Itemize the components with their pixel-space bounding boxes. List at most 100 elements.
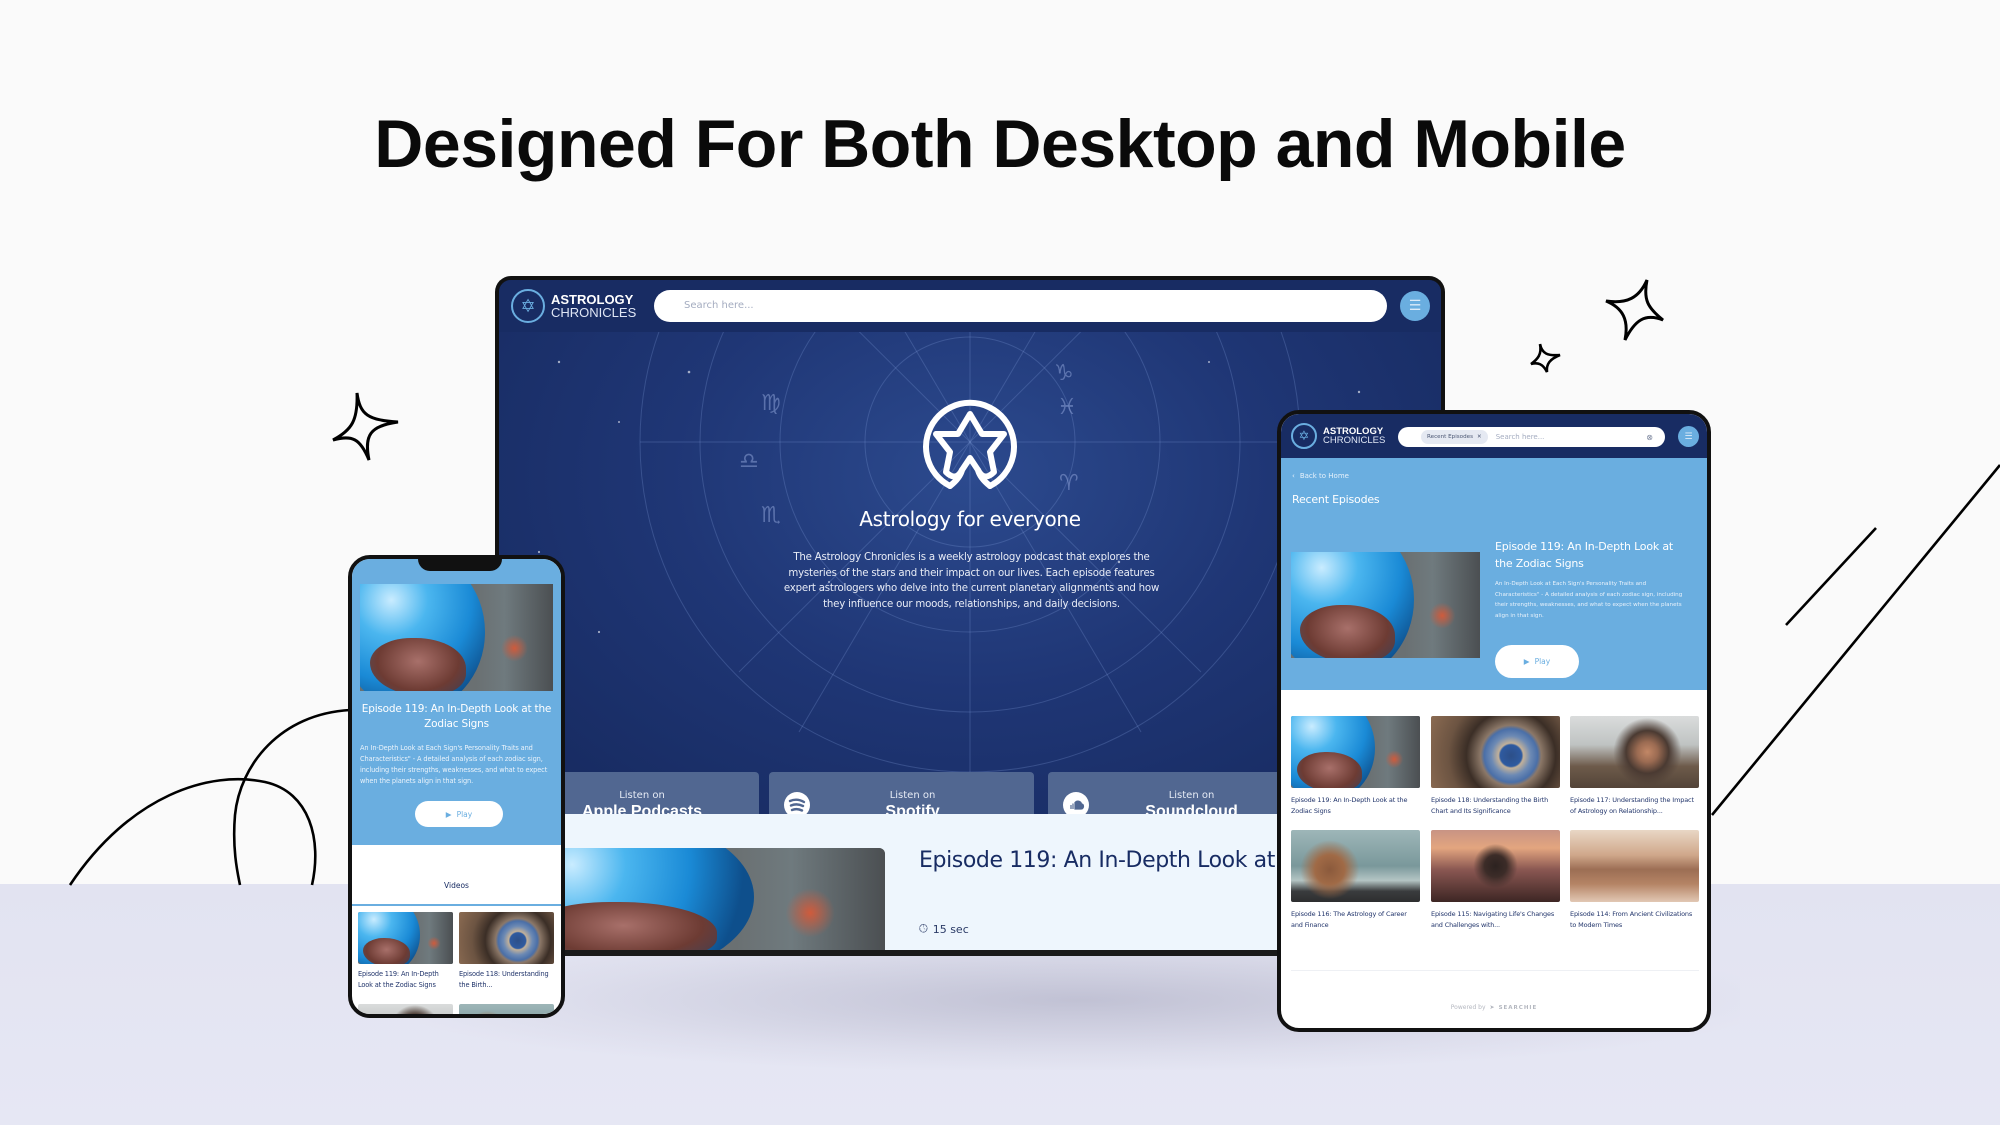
mobile-episode-hero: Episode 119: An In-Depth Look at the Zod… — [352, 559, 561, 845]
episode-thumbnail — [1291, 716, 1420, 788]
site-header: ✡ ASTROLOGY CHRONICLES Search here... ☰ — [499, 280, 1441, 332]
play-icon: ▶ — [1523, 657, 1530, 666]
svg-text:♑: ♑ — [1054, 361, 1074, 386]
episode-title: Episode 119: An In-Depth Look at the Zod… — [1495, 540, 1673, 570]
episode-card[interactable]: Episode 115: Navigating Life's Changes a… — [1431, 830, 1560, 930]
searchie-logo-icon: ➤ — [1489, 1004, 1495, 1011]
episode-card[interactable]: Episode 118: Understanding the Birth... — [459, 912, 554, 990]
listen-soundcloud-button[interactable]: Listen on Soundcloud — [1048, 772, 1313, 814]
episode-thumbnail — [1431, 830, 1560, 902]
episode-caption: Episode 114: From Ancient Civilizations … — [1570, 910, 1693, 929]
section-title: Recent Episodes — [1292, 493, 1380, 506]
svg-text:♎: ♎ — [739, 449, 759, 474]
episode-caption: Episode 118: Understanding the Birth... — [459, 970, 549, 989]
footer-divider — [1291, 970, 1699, 971]
episode-caption: Episode 119: An In-Depth Look at the Zod… — [1291, 796, 1408, 815]
episode-thumbnail — [459, 912, 554, 964]
episode-caption: Episode 116: The Astrology of Career and… — [1291, 910, 1407, 929]
episode-thumbnail — [358, 912, 453, 964]
episode-card[interactable]: Episode 118: Understanding the Birth Cha… — [1431, 716, 1560, 816]
close-icon[interactable]: ✕ — [1477, 434, 1482, 440]
listen-spotify-button[interactable]: Listen on Spotify — [769, 772, 1034, 814]
filter-chip[interactable]: Recent Episodes ✕ — [1421, 430, 1488, 444]
brand-name-line2: CHRONICLES — [551, 305, 637, 320]
episode-title: Episode 119: An In-Depth Look at the Zod… — [361, 703, 552, 730]
play-label: Play — [1534, 657, 1551, 666]
episode-thumbnail — [1291, 830, 1420, 902]
brand-logo[interactable]: ✡ ASTROLOGY CHRONICLES — [1291, 423, 1385, 449]
menu-button[interactable]: ☰ — [1678, 426, 1699, 447]
astrology-star-logo-icon: ✡ — [511, 289, 545, 323]
episode-card[interactable]: Episode 117: Understanding the Impact of… — [1570, 716, 1699, 816]
mobile-mockup: Episode 119: An In-Depth Look at the Zod… — [348, 555, 565, 1018]
play-button[interactable]: ▶ Play — [1495, 645, 1579, 678]
sparkle-icon — [1530, 343, 1561, 373]
episode-duration: 🕓︎ 15 sec — [919, 922, 969, 936]
episode-thumbnail — [459, 1004, 554, 1014]
play-icon: ▶ — [445, 809, 452, 819]
episode-caption: Episode 117: Understanding the Impact of… — [1570, 796, 1694, 815]
menu-button[interactable]: ☰ — [1400, 291, 1430, 321]
platform-name: Spotify — [885, 802, 940, 815]
episode-thumbnail[interactable] — [360, 584, 553, 691]
powered-by-brand: SEARCHIE — [1498, 1004, 1538, 1011]
soundcloud-icon — [1062, 791, 1090, 814]
astrology-star-logo-icon: ✡ — [1291, 423, 1317, 449]
recent-episodes-hero: ‹ Back to Home Recent Episodes Episode 1… — [1281, 458, 1707, 690]
tab-videos[interactable]: Videos — [444, 872, 469, 900]
episode-description: An In-Depth Look at Each Sign's Personal… — [1495, 581, 1683, 619]
episode-thumbnail — [1570, 716, 1699, 788]
episode-card[interactable]: Episode 116: The Astrology of Career and… — [1291, 830, 1420, 930]
episode-thumbnail — [1431, 716, 1560, 788]
play-label: Play — [456, 809, 473, 819]
platform-name: Apple Podcasts — [581, 802, 703, 815]
episode-thumbnail[interactable] — [1291, 552, 1480, 658]
episode-description: An In-Depth Look at Each Sign's Personal… — [360, 744, 548, 785]
svg-text:♓: ♓ — [1057, 395, 1077, 420]
episode-card[interactable]: Episode 114: From Ancient Civilizations … — [1570, 830, 1699, 930]
platform-name: Soundcloud — [1145, 802, 1238, 815]
svg-text:♈: ♈ — [1059, 471, 1079, 496]
episode-card[interactable] — [459, 1004, 554, 1014]
episode-card[interactable]: Episode 119: An In-Depth Look at the Zod… — [1291, 716, 1420, 816]
sparkle-icon — [332, 392, 399, 461]
episode-caption: Episode 119: An In-Depth Look at the Zod… — [358, 970, 439, 989]
decorative-lines — [1710, 464, 2000, 816]
hero-description: The Astrology Chronicles is a weekly ast… — [783, 552, 1160, 610]
duration-text: 15 sec — [932, 922, 969, 936]
powered-by-footer[interactable]: Powered by ➤ SEARCHIE — [1281, 1004, 1707, 1011]
decorative-arcs — [68, 708, 351, 886]
astrology-star-logo-icon — [923, 399, 1017, 489]
brand-name-line2: CHRONICLES — [1323, 435, 1386, 446]
episode-card[interactable] — [358, 1004, 453, 1014]
svg-text:♒: ♒ — [925, 332, 945, 336]
back-to-home-link[interactable]: ‹ Back to Home — [1292, 472, 1349, 480]
site-header: ✡ ASTROLOGY CHRONICLES Recent Episodes ✕… — [1281, 414, 1707, 458]
powered-by-label: Powered by — [1450, 1004, 1486, 1011]
listen-prefix: Listen on — [619, 789, 665, 801]
phone-notch — [418, 559, 502, 571]
clear-search-icon[interactable]: ⊗ — [1646, 433, 1653, 442]
listen-prefix: Listen on — [1168, 789, 1215, 801]
search-input[interactable]: Recent Episodes ✕ Search here... ⊗ — [1398, 427, 1665, 447]
episode-caption: Episode 118: Understanding the Birth Cha… — [1431, 796, 1549, 815]
page-headline: Designed For Both Desktop and Mobile — [374, 106, 1626, 182]
search-placeholder: Search here... — [1495, 433, 1545, 441]
search-input[interactable]: Search here... — [654, 290, 1387, 322]
chevron-left-icon: ‹ — [1292, 472, 1295, 480]
play-button[interactable]: ▶ Play — [415, 801, 503, 827]
filter-chip-label: Recent Episodes — [1427, 434, 1473, 440]
tablet-mockup: ✡ ASTROLOGY CHRONICLES Recent Episodes ✕… — [1277, 410, 1711, 1032]
spotify-icon — [783, 791, 811, 814]
episode-thumbnail[interactable] — [511, 848, 885, 952]
sparkle-icon — [1605, 279, 1664, 341]
back-link-label: Back to Home — [1299, 472, 1349, 480]
episode-card[interactable]: Episode 119: An In-Depth Look at the Zod… — [358, 912, 453, 990]
brand-logo[interactable]: ✡ ASTROLOGY CHRONICLES — [511, 289, 636, 323]
mobile-tabs: Videos — [352, 872, 561, 906]
hamburger-menu-icon: ☰ — [1408, 298, 1422, 314]
episode-thumbnail — [1570, 830, 1699, 902]
listen-prefix: Listen on — [889, 789, 936, 801]
clock-icon: 🕓︎ — [919, 922, 928, 935]
episode-caption: Episode 115: Navigating Life's Changes a… — [1431, 910, 1555, 929]
